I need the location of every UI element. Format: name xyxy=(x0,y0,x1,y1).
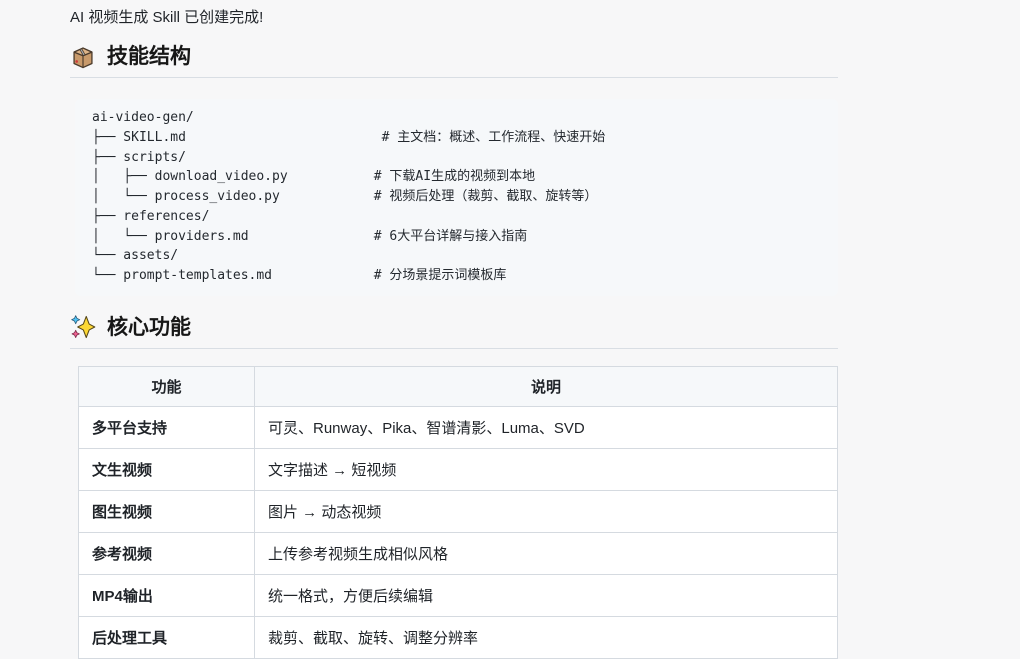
description-cell: 可灵、Runway、Pika、智谱清影、Luma、SVD xyxy=(255,406,838,448)
table-row: MP4输出 统一格式，方便后续编辑 xyxy=(79,574,838,616)
table-row: 后处理工具 裁剪、截取、旋转、调整分辨率 xyxy=(79,616,838,658)
file-tree-code-block: ai-video-gen/ ├── SKILL.md # 主文档：概述、工作流程… xyxy=(75,99,838,295)
description-cell: 上传参考视频生成相似风格 xyxy=(255,532,838,574)
column-header-feature: 功能 xyxy=(79,366,255,406)
column-header-description: 说明 xyxy=(255,366,838,406)
section-header-core-features: 核心功能 xyxy=(70,314,838,349)
sparkles-icon xyxy=(70,314,96,340)
description-cell: 文字描述 → 短视频 xyxy=(255,448,838,490)
feature-cell: 参考视频 xyxy=(79,532,255,574)
table-header-row: 功能 说明 xyxy=(79,366,838,406)
package-icon xyxy=(70,44,96,70)
feature-cell: 文生视频 xyxy=(79,448,255,490)
feature-cell: 后处理工具 xyxy=(79,616,255,658)
table-row: 参考视频 上传参考视频生成相似风格 xyxy=(79,532,838,574)
section-title-core-features: 核心功能 xyxy=(107,314,191,341)
section-header-skill-structure: 技能结构 xyxy=(70,43,838,78)
section-title-skill-structure: 技能结构 xyxy=(107,43,191,70)
intro-text: AI 视频生成 Skill 已创建完成! xyxy=(70,7,838,28)
table-row: 文生视频 文字描述 → 短视频 xyxy=(79,448,838,490)
core-features-table: 功能 说明 多平台支持 可灵、Runway、Pika、智谱清影、Luma、SVD… xyxy=(78,366,838,659)
table-row: 图生视频 图片 → 动态视频 xyxy=(79,490,838,532)
description-cell: 统一格式，方便后续编辑 xyxy=(255,574,838,616)
description-cell: 裁剪、截取、旋转、调整分辨率 xyxy=(255,616,838,658)
feature-cell: MP4输出 xyxy=(79,574,255,616)
feature-cell: 多平台支持 xyxy=(79,406,255,448)
description-cell: 图片 → 动态视频 xyxy=(255,490,838,532)
feature-cell: 图生视频 xyxy=(79,490,255,532)
document-body: AI 视频生成 Skill 已创建完成! 技能结构 ai-video-gen/ … xyxy=(70,0,838,659)
table-row: 多平台支持 可灵、Runway、Pika、智谱清影、Luma、SVD xyxy=(79,406,838,448)
